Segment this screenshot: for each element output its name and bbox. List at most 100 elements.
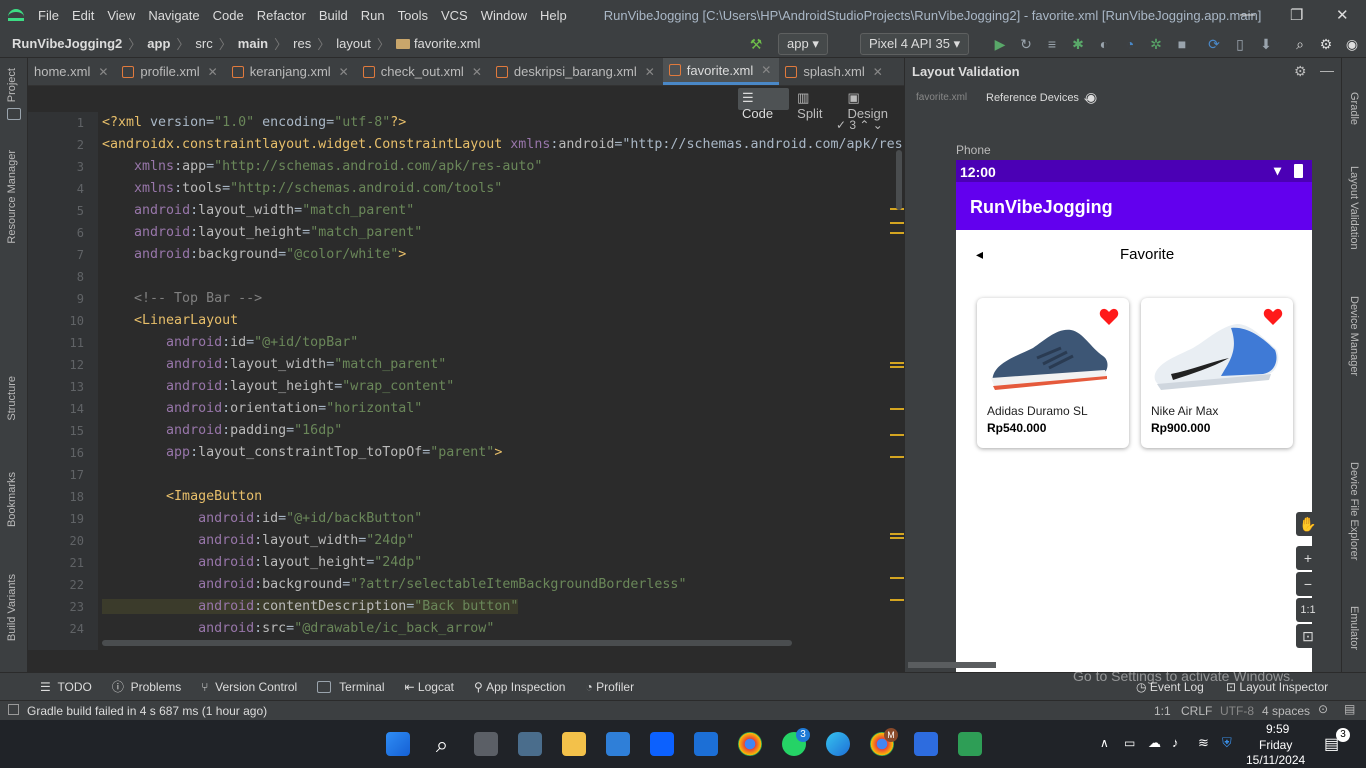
debug-icon[interactable]: ✱ [1070,36,1086,52]
tool-bookmarks[interactable]: Bookmarks [6,472,18,527]
tray-chevron-icon[interactable]: ∧ [1100,736,1109,750]
tab-splash[interactable]: splash.xml ✕ [779,58,890,85]
pan-hand-icon[interactable]: ✋ [1296,512,1320,536]
minimize-button[interactable]: — [1240,6,1255,23]
panel-scrollbar[interactable] [908,662,996,668]
breadcrumb-main[interactable]: main [238,36,268,51]
panel-hide-icon[interactable]: — [1320,62,1334,78]
code-line[interactable]: <!-- Top Bar --> [102,291,262,306]
warning-marker[interactable] [890,537,904,539]
menu-build[interactable]: Build [319,8,348,23]
code-line[interactable]: xmlns:app="http://schemas.android.com/ap… [102,159,542,174]
code-line[interactable]: android:orientation="horizontal" [102,401,422,416]
network-icon[interactable]: ☁ [1148,735,1161,751]
attach-debugger-icon[interactable]: ◐ [1096,36,1112,52]
code-line[interactable]: android:src="@drawable/ic_back_arrow" [102,621,494,636]
search-icon[interactable]: ⌕ [1292,36,1308,52]
line-separator[interactable]: CRLF [1181,704,1212,718]
close-tab-icon[interactable]: ✕ [339,65,349,79]
clock-date[interactable]: 15/11/2024 [1246,753,1305,767]
menu-file[interactable]: File [38,8,59,23]
android-studio-taskbar-icon[interactable] [914,732,938,756]
warning-marker[interactable] [890,232,904,234]
product-card[interactable]: Nike Air Max Rp900.000 [1141,298,1293,448]
code-mode-button[interactable]: ☰ Code [738,88,790,121]
menu-code[interactable]: Code [213,8,244,23]
code-line[interactable]: android:layout_height="24dp" [102,555,422,570]
memory-icon[interactable]: ▤ [1344,702,1355,716]
warning-marker[interactable] [890,434,904,436]
breadcrumb-project[interactable]: RunVibeJogging2 [12,36,122,51]
design-mode-button[interactable]: ▣ Design [844,88,904,121]
tool-logcat[interactable]: ⇤ Logcat [405,680,454,694]
status-toggle-icon[interactable] [8,704,19,715]
tool-terminal[interactable]: Terminal [317,680,385,694]
zoom-out-button[interactable]: − [1296,572,1320,596]
heart-icon[interactable] [1263,308,1283,326]
clock-time[interactable]: 9:59 [1266,722,1289,736]
close-tab-icon[interactable]: ✕ [472,65,482,79]
tool-emulator[interactable]: Emulator [1348,606,1360,650]
stop-icon[interactable]: ■ [1174,36,1190,52]
code-line[interactable]: xmlns:tools="http://schemas.android.com/… [102,181,502,196]
code-line[interactable]: <androidx.constraintlayout.widget.Constr… [102,137,903,152]
indent-setting[interactable]: 4 spaces [1262,704,1310,718]
breadcrumb-res[interactable]: res [293,36,311,51]
windows-start-icon[interactable] [386,732,410,756]
menu-tools[interactable]: Tools [398,8,428,23]
battery-tray-icon[interactable]: ▭ [1124,736,1135,750]
code-line[interactable]: android:layout_height="wrap_content" [102,379,454,394]
edge-icon[interactable] [826,732,850,756]
zoom-actual-size-button[interactable]: 1:1 [1296,598,1320,622]
code-line[interactable]: <ImageButton [102,489,262,504]
vertical-scrollbar[interactable] [896,150,902,210]
tab-check-out[interactable]: check_out.xml ✕ [357,58,490,85]
code-line[interactable]: <LinearLayout [102,313,238,328]
tool-problems[interactable]: ⓘ Problems [112,678,181,695]
warning-marker[interactable] [890,408,904,410]
menu-window[interactable]: Window [481,8,527,23]
lock-icon[interactable]: ⊙ [1318,702,1328,716]
back-arrow-icon[interactable]: ◂ [976,246,983,263]
caret-position[interactable]: 1:1 [1154,704,1171,718]
close-tab-icon[interactable]: ✕ [873,65,883,79]
code-line[interactable]: android:layout_height="match_parent" [102,225,422,240]
hammer-icon[interactable]: ⚒ [748,36,764,52]
menu-navigate[interactable]: Navigate [148,8,199,23]
profile-icon[interactable]: ◔ [1122,36,1138,52]
warnings-indicator[interactable]: ✓ 3 ⌃ ⌄ [836,118,883,132]
account-icon[interactable]: ◉ [1344,36,1360,52]
tab-keranjang[interactable]: keranjang.xml ✕ [226,58,357,85]
task-view-icon[interactable] [474,732,498,756]
warning-marker[interactable] [890,577,904,579]
tool-structure[interactable]: Structure [6,376,18,421]
gear-icon[interactable]: ⚙ [1318,36,1334,52]
maximize-button[interactable]: ❐ [1290,6,1303,24]
breadcrumb-src[interactable]: src [195,36,212,51]
zoom-in-button[interactable]: + [1296,546,1320,570]
code-line[interactable]: android:layout_width="match_parent" [102,357,446,372]
tool-layout-validation[interactable]: Layout Validation [1348,166,1360,250]
warning-marker[interactable] [890,533,904,535]
code-line[interactable]: android:id="@+id/topBar" [102,335,358,350]
close-tab-icon[interactable]: ✕ [208,65,218,79]
code-line[interactable]: android:layout_width="match_parent" [102,203,414,218]
tab-home[interactable]: home.xml ✕ [28,58,116,85]
menu-refactor[interactable]: Refactor [257,8,306,23]
breadcrumb-layout[interactable]: layout [336,36,371,51]
defender-icon[interactable]: ⛨ [1222,735,1232,751]
tab-deskripsi-barang[interactable]: deskripsi_barang.xml ✕ [490,58,663,85]
widgets-icon[interactable] [518,732,542,756]
heart-icon[interactable] [1099,308,1119,326]
clock-day[interactable]: Friday [1259,738,1292,752]
project-folder-icon[interactable] [7,108,21,120]
close-tab-icon[interactable]: ✕ [645,65,655,79]
menu-view[interactable]: View [107,8,135,23]
code-line[interactable]: android:contentDescription="Back button" [102,599,519,614]
warning-marker[interactable] [890,222,904,224]
apply-code-icon[interactable]: ≡ [1044,36,1060,52]
menu-help[interactable]: Help [540,8,567,23]
warning-marker[interactable] [890,362,904,364]
warning-marker[interactable] [890,366,904,368]
warning-marker[interactable] [890,456,904,458]
